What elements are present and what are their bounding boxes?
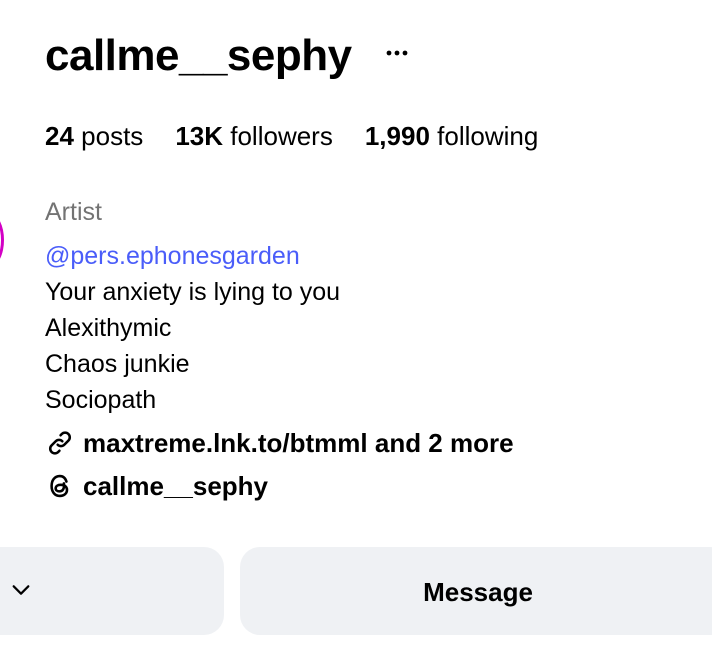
bio-line: Your anxiety is lying to you [45,278,341,306]
bio-mention-link[interactable]: @pers.ephonesgarden [45,238,340,274]
message-button-label: Message [423,577,533,607]
bio-line: Chaos junkie [45,350,190,378]
profile-category: Artist [45,198,102,226]
external-link-text: maxtreme.lnk.to/btmml and 2 more [83,428,514,458]
following-count: 1,990 [364,121,430,151]
profile-stats: 24 posts 13K followers 1,990 following [45,118,570,154]
bio-line: Sociopath [45,386,157,414]
message-button[interactable]: Message [240,547,712,635]
external-link[interactable]: maxtreme.lnk.to/btmml and 2 more [45,424,514,462]
avatar-ring[interactable] [0,214,4,266]
posts-stat[interactable]: 24 posts [45,118,143,154]
followers-label: followers [230,121,333,151]
link-icon [45,428,75,458]
following-stat[interactable]: 1,990 following [365,118,538,154]
threads-handle: callme__sephy [83,471,269,501]
bio-line: Alexithymic [45,314,172,342]
profile-page: callme__sephy 24 posts 13K followers 1,9… [0,0,712,666]
following-label: following [437,121,539,151]
more-horizontal-icon [386,50,408,56]
followers-count: 13K [175,121,224,151]
followers-stat[interactable]: 13K followers [175,118,333,154]
threads-link[interactable]: callme__sephy [45,467,268,505]
following-dropdown-button[interactable] [0,547,224,635]
profile-bio: Artist @pers.ephonesgarden Your anxiety … [45,194,340,418]
threads-icon [45,471,75,501]
chevron-down-icon [12,585,30,595]
posts-count: 24 [45,121,74,151]
profile-username: callme__sephy [45,31,352,80]
posts-label: posts [81,121,144,151]
more-options-button[interactable] [384,40,410,66]
